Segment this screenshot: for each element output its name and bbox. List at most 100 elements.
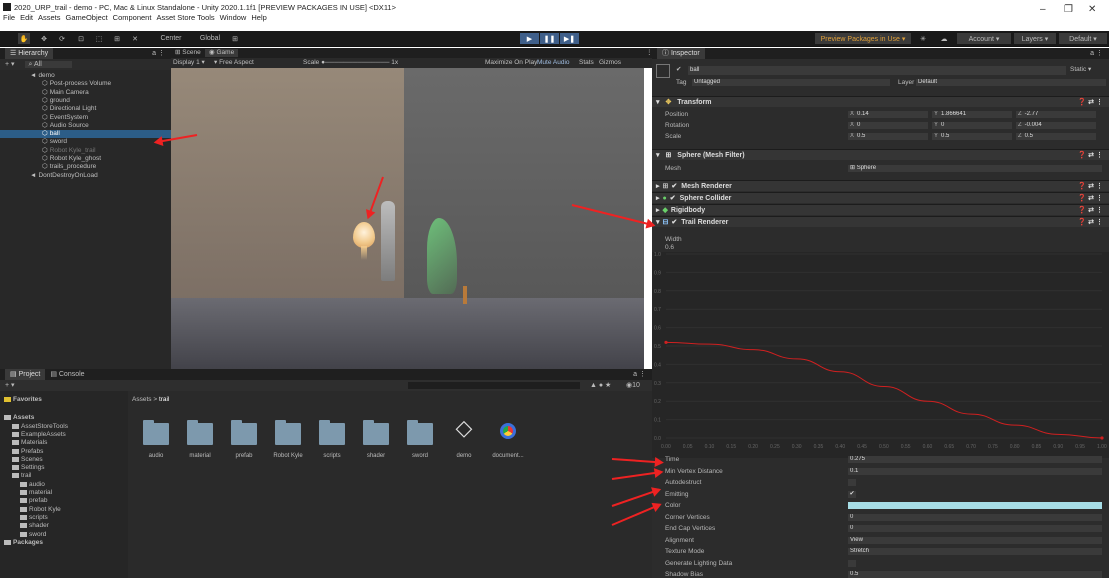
aspect-dropdown[interactable]: ▾ Free Aspect bbox=[214, 59, 254, 67]
hierarchy-item[interactable]: ⬡ trails_procedure bbox=[0, 163, 171, 171]
transform-tool-icon[interactable]: ⊞ bbox=[111, 33, 123, 44]
tab-inspector[interactable]: ⓘ Inspector bbox=[657, 48, 705, 59]
step-button[interactable]: ▶❚ bbox=[560, 33, 579, 44]
hierarchy-item[interactable]: ⬡ Robot Kyle_ghost bbox=[0, 155, 171, 163]
folder-icon[interactable] bbox=[143, 420, 169, 445]
component-menu-icon[interactable]: ❓ ⇄ ⋮ bbox=[1078, 193, 1103, 204]
enabled-checkbox[interactable]: ✔ bbox=[671, 219, 677, 226]
mute-audio-toggle[interactable]: Mute Audio bbox=[537, 59, 570, 67]
ball-object[interactable] bbox=[353, 222, 375, 248]
folder-icon[interactable] bbox=[319, 420, 345, 445]
transform-position-x-field[interactable]: X 0.14 bbox=[848, 111, 928, 118]
enabled-checkbox[interactable]: ✔ bbox=[671, 183, 677, 190]
transform-scale-z-field[interactable]: Z 0.5 bbox=[1016, 133, 1096, 140]
play-button[interactable]: ▶ bbox=[520, 33, 539, 44]
layout-dropdown[interactable]: Default ▾ bbox=[1059, 33, 1107, 44]
stats-toggle[interactable]: Stats bbox=[579, 59, 594, 67]
static-dropdown[interactable]: Static ▾ bbox=[1070, 66, 1091, 74]
menu-item[interactable]: File bbox=[3, 13, 15, 22]
folder-icon[interactable] bbox=[187, 420, 213, 445]
layer-dropdown[interactable]: Default bbox=[916, 79, 1106, 86]
curve-key[interactable] bbox=[1100, 436, 1104, 440]
tab-scene[interactable]: ⊞ Scene bbox=[175, 49, 201, 57]
inspector-lock-icon[interactable]: a ⋮ bbox=[1090, 48, 1103, 59]
account-dropdown[interactable]: Account ▾ bbox=[957, 33, 1011, 44]
trail-prop-field[interactable]: 0.5 bbox=[848, 571, 1102, 578]
menu-item[interactable]: GameObject bbox=[66, 13, 108, 22]
lock-icon[interactable]: a ⋮ bbox=[152, 48, 165, 59]
menu-item[interactable]: Component bbox=[113, 13, 152, 22]
component-header[interactable]: ▸ ⊞ ✔ Mesh Renderer ❓ ⇄ ⋮ bbox=[652, 180, 1109, 191]
mesh-filter-header[interactable]: ▾ ⊞ Sphere (Mesh Filter) ❓ ⇄ ⋮ bbox=[652, 149, 1109, 160]
tab-project[interactable]: ▤ Project bbox=[5, 369, 46, 380]
component-menu-icon[interactable]: ❓ ⇄ ⋮ bbox=[1078, 181, 1103, 192]
hierarchy-item[interactable]: ⬡ ground bbox=[0, 97, 171, 105]
tag-dropdown[interactable]: Untagged bbox=[692, 79, 890, 86]
transform-rotation-y-field[interactable]: Y0 bbox=[932, 122, 1012, 129]
hierarchy-tab[interactable]: ☰ Hierarchy bbox=[5, 48, 54, 59]
transform-position-y-field[interactable]: Y 1.866641 bbox=[932, 111, 1012, 118]
grid-snap-icon[interactable]: ⊞ bbox=[230, 33, 240, 44]
menu-item[interactable]: Window bbox=[220, 13, 247, 22]
trail-prop-field[interactable] bbox=[848, 502, 1102, 509]
component-menu-icon[interactable]: ❓ ⇄ ⋮ bbox=[1078, 150, 1103, 161]
create-icon[interactable]: + ▾ bbox=[5, 382, 15, 389]
project-search-input[interactable] bbox=[408, 382, 580, 389]
menu-item[interactable]: Assets bbox=[38, 13, 61, 22]
custom-tool-icon[interactable]: ✕ bbox=[129, 33, 141, 44]
transform-header[interactable]: ▾ ✥ Transform ❓ ⇄ ⋮ bbox=[652, 96, 1109, 107]
trail-prop-field[interactable] bbox=[848, 559, 856, 567]
trail-prop-field[interactable]: View bbox=[848, 536, 1102, 544]
filter-icon[interactable]: ▲ ● ★ bbox=[590, 380, 611, 391]
hierarchy-item[interactable]: ⬡ ball bbox=[0, 130, 171, 139]
close-button[interactable]: ✕ bbox=[1088, 4, 1096, 15]
component-header[interactable]: ▾ ⊟ ✔ Trail Renderer ❓ ⇄ ⋮ bbox=[652, 216, 1109, 227]
transform-rotation-z-field[interactable]: Z -0.004 bbox=[1016, 122, 1096, 129]
gizmos-dropdown[interactable]: Gizmos bbox=[599, 59, 621, 67]
enabled-checkbox[interactable]: ✔ bbox=[670, 195, 676, 202]
project-tree-item[interactable]: Packages bbox=[4, 538, 43, 547]
hierarchy-item[interactable]: ◄ DontDestroyOnLoad bbox=[0, 172, 171, 180]
collab-icon[interactable]: ✳ bbox=[917, 33, 929, 44]
trail-prop-field[interactable]: 0 bbox=[848, 513, 1102, 521]
hierarchy-item[interactable]: ⬡ sword bbox=[0, 138, 171, 146]
hierarchy-item[interactable]: ◄ demo bbox=[0, 72, 171, 80]
chrome-document-icon[interactable] bbox=[500, 423, 516, 439]
sword-object[interactable] bbox=[463, 286, 467, 304]
rect-tool-icon[interactable]: ⬚ bbox=[93, 33, 105, 44]
trail-prop-field[interactable]: Stretch bbox=[848, 548, 1102, 555]
trail-prop-field[interactable] bbox=[848, 479, 856, 486]
component-menu-icon[interactable]: ❓ ⇄ ⋮ bbox=[1078, 217, 1103, 228]
component-menu-icon[interactable]: ❓ ⇄ ⋮ bbox=[1078, 97, 1103, 108]
trail-prop-field[interactable]: 0.1 bbox=[848, 467, 1102, 475]
folder-icon[interactable] bbox=[231, 420, 257, 445]
minimize-button[interactable]: – bbox=[1040, 4, 1046, 15]
pivot-toggle[interactable]: Center bbox=[152, 33, 190, 44]
maximize-button[interactable]: ❐ bbox=[1064, 4, 1073, 15]
robot-kyle-model[interactable] bbox=[381, 201, 395, 281]
tab-console[interactable]: ▤ Console bbox=[50, 371, 84, 378]
trail-prop-field[interactable]: 0 bbox=[848, 525, 1102, 532]
hierarchy-item[interactable]: ⬡ Directional Light bbox=[0, 105, 171, 113]
transform-scale-x-field[interactable]: X 0.5 bbox=[848, 133, 928, 140]
project-tree-item[interactable]: Favorites bbox=[4, 395, 42, 404]
menu-item[interactable]: Edit bbox=[20, 13, 33, 22]
unity-scene-icon[interactable]: ◇ bbox=[452, 415, 476, 443]
menu-item[interactable]: Help bbox=[251, 13, 266, 22]
add-icon[interactable]: + ▾ bbox=[5, 61, 15, 68]
preview-packages-button[interactable]: Preview Packages in Use ▾ bbox=[815, 33, 911, 44]
hierarchy-search-input[interactable]: ⌕ All bbox=[24, 61, 72, 68]
game-viewport[interactable] bbox=[171, 68, 644, 369]
tab-game[interactable]: ◉ Game bbox=[205, 49, 239, 57]
maximize-on-play-toggle[interactable]: Maximize On Play bbox=[485, 59, 537, 67]
layers-dropdown[interactable]: Layers ▾ bbox=[1014, 33, 1056, 44]
hierarchy-item[interactable]: ⬡ Main Camera bbox=[0, 89, 171, 97]
component-menu-icon[interactable]: ❓ ⇄ ⋮ bbox=[1078, 205, 1103, 216]
transform-scale-y-field[interactable]: Y 0.5 bbox=[932, 133, 1012, 140]
width-curve-editor[interactable]: 1.0 0.9 0.8 0.7 0.6 0.5 0.4 0.3 0.2 0.1 0.00.00 0.0… bbox=[652, 252, 1109, 458]
folder-icon[interactable] bbox=[275, 420, 301, 445]
trail-prop-field[interactable]: 0.275 bbox=[848, 456, 1102, 463]
transform-position-z-field[interactable]: Z -2.77 bbox=[1016, 111, 1096, 118]
object-name-field[interactable]: ball bbox=[688, 66, 1066, 75]
curve-key[interactable] bbox=[664, 340, 668, 344]
